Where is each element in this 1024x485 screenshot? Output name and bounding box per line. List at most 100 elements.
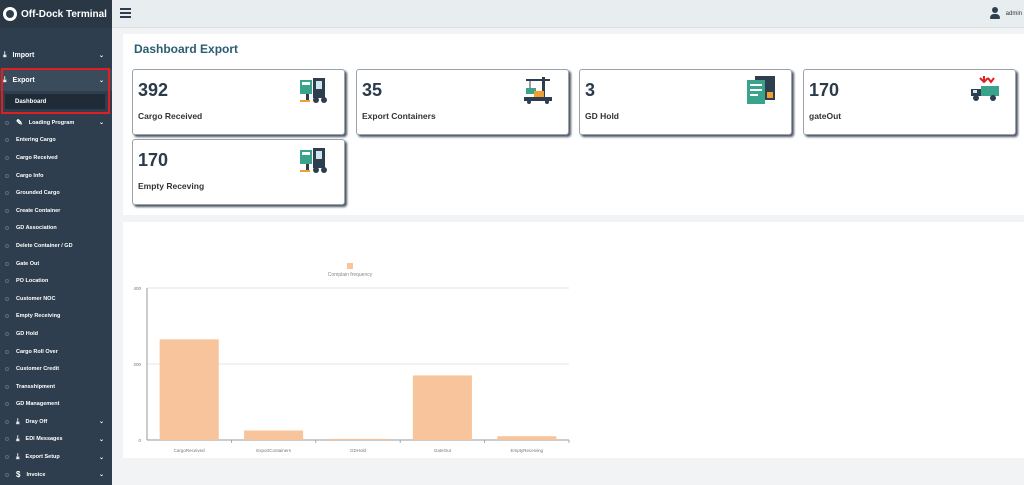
- sidebar-item-gd-management[interactable]: GD Management: [0, 396, 112, 414]
- sidebar-item-label: Dray Off: [25, 418, 48, 425]
- x-tick-label: EmptyReceiving: [511, 448, 544, 453]
- card-value: 170: [809, 80, 840, 100]
- card-label: Empty Receving: [138, 181, 205, 191]
- sidebar-item-label: Delete Container / GD: [16, 242, 73, 249]
- topbar: admin: [112, 0, 1024, 28]
- sidebar-item-edi-messages[interactable]: ⤓ EDI Messages ⌄: [0, 431, 112, 449]
- card-value: 392: [138, 80, 169, 100]
- sidebar-item-customer-credit[interactable]: Customer Credit: [0, 360, 112, 378]
- download-icon: ⤓: [16, 434, 20, 444]
- bullet-icon: [5, 155, 9, 160]
- x-tick-label: CargoReceived: [174, 448, 206, 453]
- page-title: Dashboard Export: [134, 42, 239, 56]
- sidebar-item-label: Entering Cargo: [16, 137, 56, 144]
- bullet-icon: [5, 208, 9, 213]
- bullet-icon: [5, 349, 9, 354]
- download-icon: ⤓: [16, 452, 20, 462]
- sidebar-item-label: Cargo Info: [16, 172, 44, 179]
- x-tick-label: GDHold: [350, 448, 367, 453]
- user-icon: [989, 7, 1001, 20]
- sidebar-item-label: Create Container: [16, 207, 61, 214]
- card-gate-out[interactable]: 170 gateOut: [803, 69, 1016, 135]
- x-tick-label: GateOut: [434, 448, 452, 453]
- sidebar-item-empty-receiving[interactable]: Empty Receiving: [0, 308, 112, 326]
- sidebar-item-label: Transshipment: [16, 383, 56, 390]
- forklift-icon: [300, 78, 327, 103]
- card-label: Export Containers: [362, 111, 436, 121]
- user-menu[interactable]: admin: [989, 7, 1022, 20]
- sidebar-item-label: Customer Credit: [16, 366, 60, 373]
- bar: [244, 430, 304, 440]
- y-tick-label: 400: [133, 286, 141, 291]
- card-value: 35: [362, 80, 383, 100]
- bullet-icon: [5, 455, 9, 460]
- card-gd-hold[interactable]: 3 GD Hold: [579, 69, 792, 135]
- sidebar-item-gd-association[interactable]: GD Association: [0, 220, 112, 238]
- bullet-icon: [5, 191, 9, 196]
- app-logo-icon: [3, 7, 17, 21]
- sidebar-item-label: Cargo Roll Over: [16, 348, 58, 355]
- forklift-icon: [300, 148, 327, 173]
- bullet-icon: [5, 402, 9, 407]
- sidebar-item-label: Invoice: [26, 471, 46, 478]
- bullet-icon: [5, 173, 9, 178]
- sidebar-item-label: Grounded Cargo: [16, 190, 60, 197]
- sidebar-item-label: PO Location: [16, 278, 49, 285]
- menu-import[interactable]: ⤓ Import ⌄: [0, 44, 112, 66]
- card-label: gateOut: [809, 111, 842, 121]
- sidebar-item-customer-noc[interactable]: Customer NOC: [0, 290, 112, 308]
- sidebar-item-delete-container-gd[interactable]: Delete Container / GD: [0, 237, 112, 255]
- sidebar-item-cargo-roll-over[interactable]: Cargo Roll Over: [0, 343, 112, 361]
- menu-import-label: Import: [12, 51, 35, 59]
- sidebar-item-cargo-info[interactable]: Cargo Info: [0, 167, 112, 185]
- sidebar-item-export-setup[interactable]: ⤓ Export Setup ⌄: [0, 448, 112, 466]
- card-cargo-received[interactable]: 392 Cargo Received: [132, 69, 345, 135]
- chart-panel: 0 200 400 Complain frequency CargoReceived Ex…: [123, 222, 1024, 458]
- truck-icon: [971, 76, 999, 101]
- bar: [159, 339, 219, 440]
- sidebar-item-label: EDI Messages: [25, 436, 63, 443]
- sidebar-item-grounded-cargo[interactable]: Grounded Cargo: [0, 184, 112, 202]
- sidebar-item-po-location[interactable]: PO Location: [0, 272, 112, 290]
- bar: [328, 438, 388, 440]
- card-export-containers[interactable]: 35 Export Containers: [356, 69, 569, 135]
- card-label: Cargo Received: [138, 111, 203, 121]
- chevron-down-icon: ⌄: [98, 454, 104, 461]
- sidebar-item-label: Cargo Received: [16, 154, 58, 161]
- bullet-icon: [5, 226, 9, 231]
- sidebar-item-gd-hold[interactable]: GD Hold: [0, 325, 112, 343]
- dashboard-panel: Dashboard Export 392 Cargo Received 35 E…: [123, 34, 1024, 215]
- document-icon: [747, 76, 775, 104]
- sidebar-item-label: Gate Out: [16, 260, 40, 267]
- brand[interactable]: Off-Dock Terminal: [0, 0, 112, 28]
- sidebar-item-label: Empty Receiving: [16, 313, 61, 320]
- highlight-box: [1, 68, 110, 114]
- sidebar-item-entering-cargo[interactable]: Entering Cargo: [0, 132, 112, 150]
- sidebar-item-cargo-received[interactable]: Cargo Received: [0, 149, 112, 167]
- hamburger-menu-icon[interactable]: [120, 8, 131, 18]
- sidebar-item-create-container[interactable]: Create Container: [0, 202, 112, 220]
- chevron-down-icon: ⌄: [98, 472, 104, 479]
- dollar-icon: $: [16, 470, 21, 480]
- legend-label: Complain frequency: [328, 272, 373, 278]
- bullet-icon: [5, 120, 9, 125]
- bullet-icon: [5, 367, 9, 372]
- bullet-icon: [5, 138, 9, 143]
- sidebar-item-label: GD Hold: [16, 330, 38, 337]
- sidebar-item-transshipment[interactable]: Transshipment: [0, 378, 112, 396]
- sidebar-item-dray-off[interactable]: ⤓ Dray Off ⌄: [0, 413, 112, 431]
- card-empty-receiving[interactable]: 170 Empty Receving: [132, 139, 345, 205]
- sidebar-item-gate-out[interactable]: Gate Out: [0, 255, 112, 273]
- sidebar-item-loading-program[interactable]: ✎ Loading Program ⌄: [0, 114, 112, 132]
- bullet-icon: [5, 437, 9, 442]
- bullet-icon: [5, 279, 9, 284]
- chevron-down-icon: ⌄: [98, 120, 104, 127]
- bar: [497, 436, 557, 440]
- download-icon: ⤓: [3, 50, 7, 59]
- bullet-icon: [5, 314, 9, 319]
- sidebar-item-invoice[interactable]: $ Invoice ⌄: [0, 466, 112, 484]
- card-value: 3: [585, 80, 596, 100]
- export-submenu: ✎ Loading Program ⌄ Entering Cargo Cargo Rec…: [0, 114, 112, 483]
- user-name: admin: [1005, 10, 1022, 17]
- bullet-icon: [5, 384, 9, 389]
